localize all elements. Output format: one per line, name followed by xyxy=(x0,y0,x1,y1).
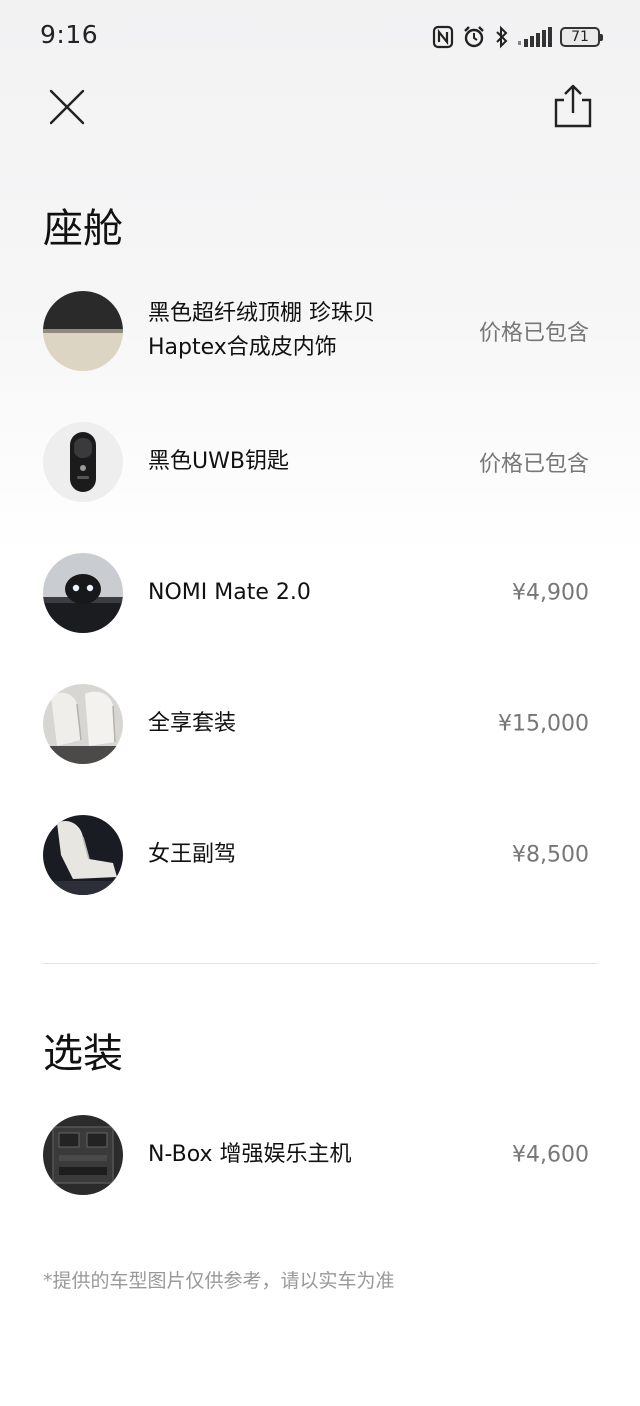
status-bar: 9:16 71 xyxy=(0,0,640,72)
item-price: ¥15,000 xyxy=(498,711,589,737)
share-icon xyxy=(554,84,592,128)
cabin-item-nomi-mate[interactable]: NOMI Mate 2.0 ¥4,900 xyxy=(43,553,589,633)
nbox-image xyxy=(43,1115,123,1195)
disclaimer-footnote: *提供的车型图片仅供参考，请以实车为准 xyxy=(43,1270,395,1292)
item-name: 全享套装 xyxy=(148,711,237,736)
nfc-icon xyxy=(432,25,454,49)
section-title-cabin: 座舱 xyxy=(43,206,123,252)
item-name: 女王副驾 xyxy=(148,842,237,867)
nomi-mate-image xyxy=(43,553,123,633)
status-time: 9:16 xyxy=(40,20,99,49)
battery-indicator: 71 xyxy=(560,27,603,47)
item-name: 黑色UWB钥匙 xyxy=(148,449,289,474)
section-divider xyxy=(43,963,597,964)
option-item-nbox[interactable]: N-Box 增强娱乐主机 ¥4,600 xyxy=(43,1115,589,1195)
cabin-item-interior[interactable]: 黑色超纤绒顶棚 珍珠贝Haptex合成皮内饰 价格已包含 xyxy=(43,291,589,371)
seats-package-image xyxy=(43,684,123,764)
close-icon xyxy=(49,89,85,125)
queen-seat-image xyxy=(43,815,123,895)
share-button[interactable] xyxy=(550,82,596,130)
cabin-item-uwb-key[interactable]: 黑色UWB钥匙 价格已包含 xyxy=(43,422,589,502)
item-name: N-Box 增强娱乐主机 xyxy=(148,1142,352,1167)
item-name: 黑色超纤绒顶棚 珍珠贝Haptex合成皮内饰 xyxy=(148,301,375,360)
cabin-item-full-package[interactable]: 全享套装 ¥15,000 xyxy=(43,684,589,764)
close-button[interactable] xyxy=(44,84,90,130)
status-icons: 71 xyxy=(432,24,603,50)
item-name: NOMI Mate 2.0 xyxy=(148,580,311,605)
item-price: ¥4,900 xyxy=(512,580,589,606)
alarm-icon xyxy=(462,25,486,49)
interior-swatch-image xyxy=(43,291,123,371)
cabin-item-queen-copilot[interactable]: 女王副驾 ¥8,500 xyxy=(43,815,589,895)
item-price: ¥4,600 xyxy=(512,1142,589,1168)
signal-icon xyxy=(518,27,552,47)
bluetooth-icon xyxy=(494,25,510,49)
section-title-options: 选装 xyxy=(43,1031,123,1077)
uwb-key-image xyxy=(43,422,123,502)
item-price: 价格已包含 xyxy=(478,452,589,477)
item-price: 价格已包含 xyxy=(478,321,589,346)
item-price: ¥8,500 xyxy=(512,842,589,868)
